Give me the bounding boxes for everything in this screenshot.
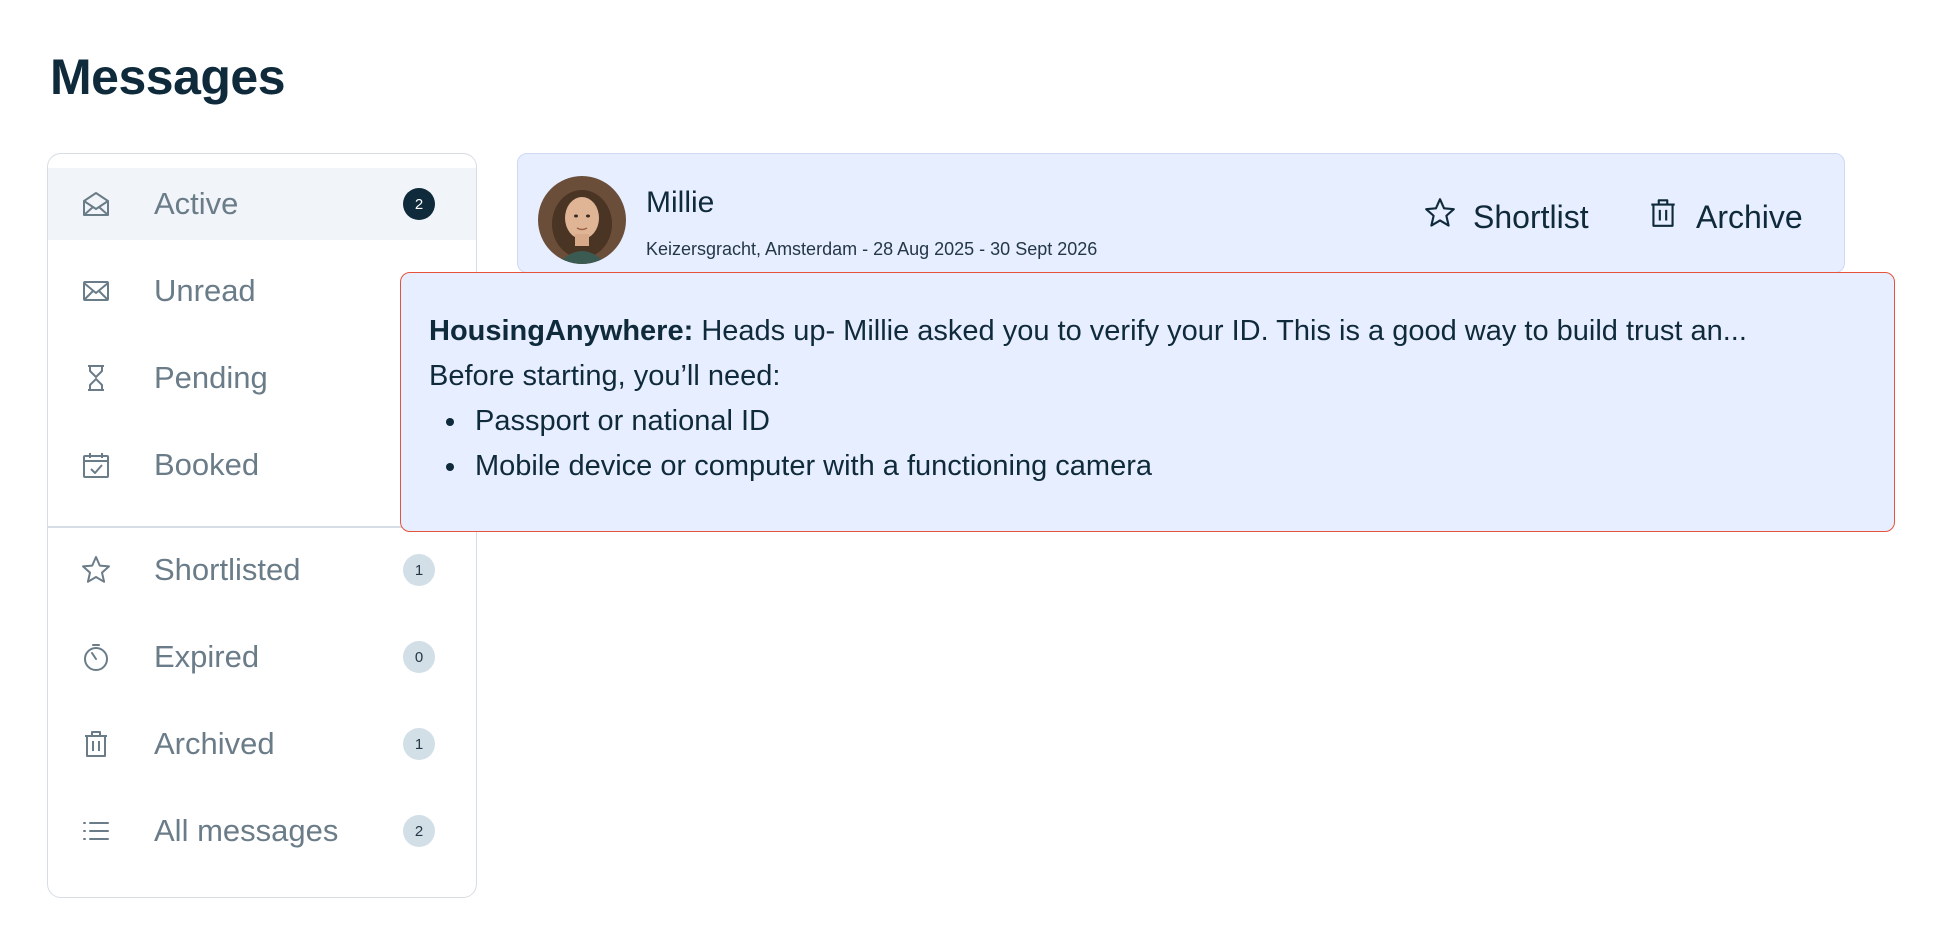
shortlist-button[interactable]: Shortlist [1423, 196, 1589, 238]
trash-icon [80, 728, 112, 760]
avatar [538, 176, 626, 264]
shortlist-label: Shortlist [1473, 198, 1589, 235]
requirements-list: Passport or national ID Mobile device or… [429, 399, 1894, 489]
sidebar-item-label: Booked [154, 447, 260, 482]
list-item: Mobile device or computer with a functio… [429, 444, 1894, 489]
star-icon [80, 554, 112, 586]
envelope-open-icon [80, 188, 112, 220]
star-icon [1423, 196, 1457, 238]
count-badge: 0 [403, 641, 435, 673]
list-item: Passport or national ID [429, 399, 1894, 444]
sidebar-item-expired[interactable]: Expired 0 [48, 621, 476, 693]
notice-text: Heads up- Millie asked you to verify you… [701, 315, 1747, 347]
sidebar-item-all-messages[interactable]: All messages 2 [48, 795, 476, 867]
envelope-icon [80, 275, 112, 307]
listing-details: Keizersgracht, Amsterdam - 28 Aug 2025 -… [646, 239, 1098, 259]
list-icon [80, 815, 112, 847]
contact-name: Millie [646, 186, 715, 219]
sidebar-item-label: All messages [154, 813, 339, 848]
count-badge: 1 [403, 554, 435, 586]
archive-button[interactable]: Archive [1646, 196, 1803, 238]
sidebar-item-label: Pending [154, 360, 268, 395]
page-title: Messages [50, 49, 286, 105]
sidebar-item-active[interactable]: Active 2 [48, 168, 476, 240]
sidebar-item-label: Active [154, 186, 239, 221]
count-badge: 1 [403, 728, 435, 760]
count-badge: 2 [403, 188, 435, 220]
archive-label: Archive [1696, 198, 1803, 235]
sidebar-item-label: Shortlisted [154, 552, 301, 587]
notice-headline: HousingAnywhere: Heads up- Millie asked … [429, 309, 1894, 354]
count-badge: 2 [403, 815, 435, 847]
hourglass-icon [80, 362, 112, 394]
sidebar-item-shortlisted[interactable]: Shortlisted 1 [48, 534, 476, 606]
verification-notice: HousingAnywhere: Heads up- Millie asked … [400, 272, 1895, 532]
calendar-check-icon [80, 449, 112, 481]
notice-intro: Before starting, you’ll need: [429, 360, 781, 392]
stopwatch-icon [80, 641, 112, 673]
sidebar-item-archived[interactable]: Archived 1 [48, 708, 476, 780]
sidebar-item-label: Expired [154, 639, 260, 674]
notice-sender: HousingAnywhere: [429, 315, 694, 347]
sidebar-item-label: Archived [154, 726, 275, 761]
trash-icon [1646, 196, 1680, 238]
conversation-card[interactable]: Millie Keizersgracht, Amsterdam - 28 Aug… [517, 153, 1845, 273]
sidebar-item-label: Unread [154, 273, 256, 308]
